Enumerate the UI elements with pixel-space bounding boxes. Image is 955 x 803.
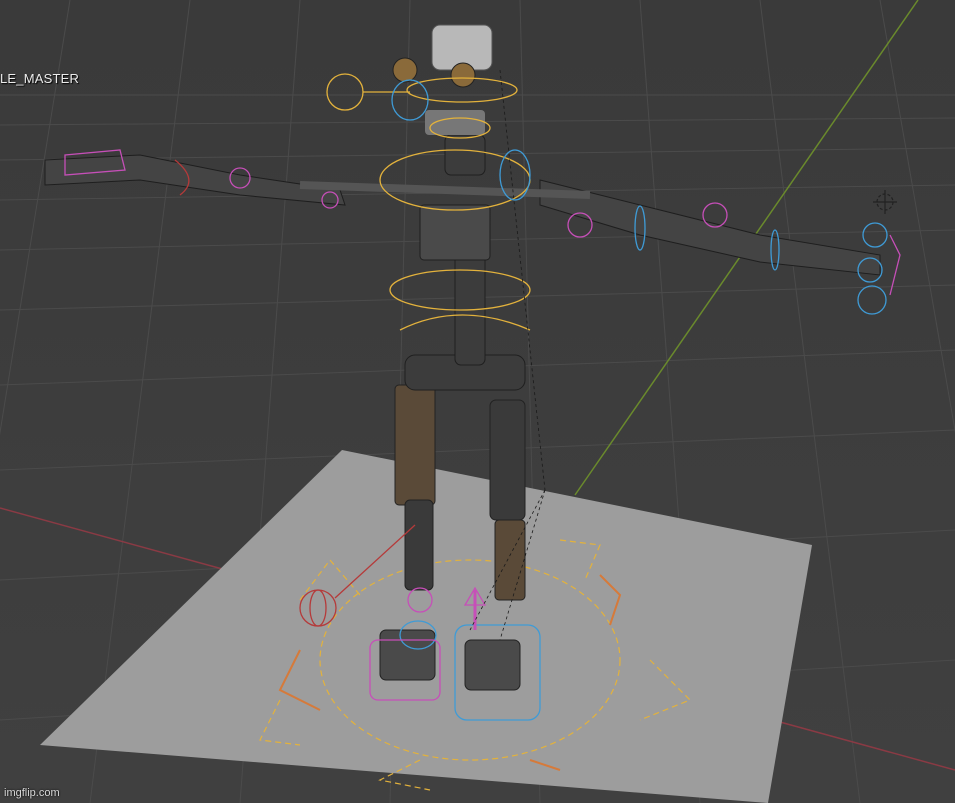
viewport-scene[interactable] [0, 0, 955, 803]
robot-right-arm[interactable] [539, 179, 881, 276]
active-object-name: LE_MASTER [0, 71, 80, 86]
empty-object-icon[interactable] [873, 190, 897, 214]
3d-viewport[interactable]: LE_MASTER imgflip.com [0, 0, 955, 803]
watermark-text: imgflip.com [4, 787, 60, 799]
robot-torso[interactable] [404, 134, 526, 391]
robot-left-arm[interactable] [44, 154, 346, 206]
